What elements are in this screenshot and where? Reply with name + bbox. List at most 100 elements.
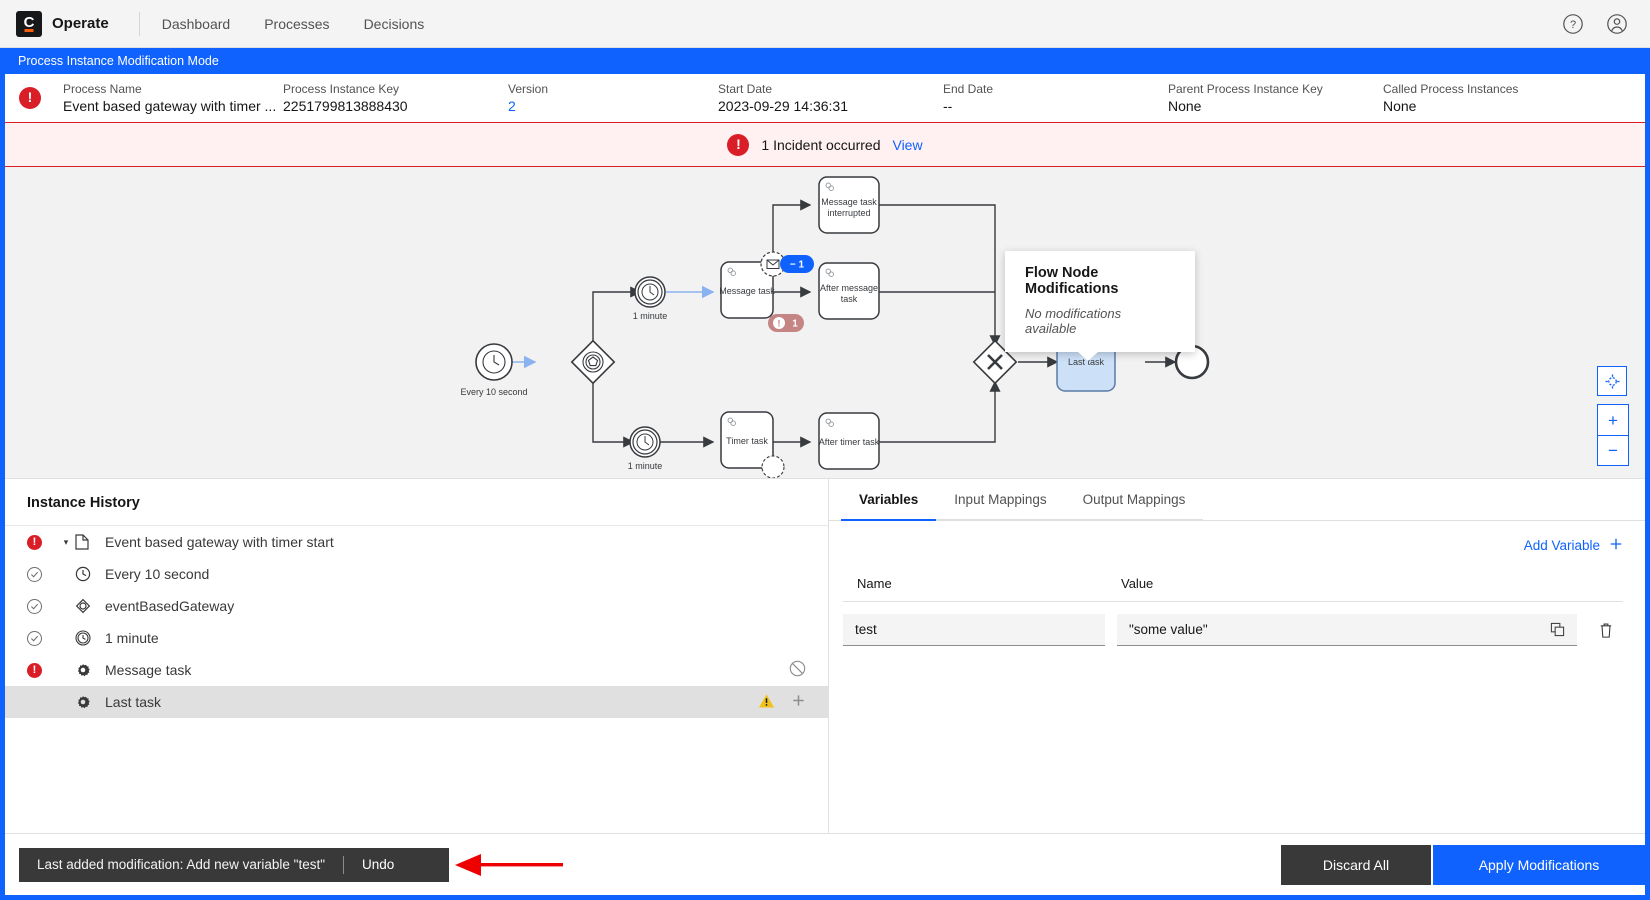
nav-links: Dashboard Processes Decisions <box>162 16 425 32</box>
meta-end-date: End Date -- <box>943 82 1168 114</box>
top-navigation-bar: C Operate Dashboard Processes Decisions … <box>0 0 1650 48</box>
expand-caret-icon[interactable]: ▾ <box>57 537 75 548</box>
last-modification-toast: Last added modification: Add new variabl… <box>19 848 449 882</box>
zoom-out-button[interactable]: − <box>1598 435 1628 465</box>
bpmn-label-start: Every 10 second <box>460 387 527 397</box>
bpmn-label-after-timer-task: After timer task <box>819 437 880 447</box>
meta-version-link[interactable]: 2 <box>508 98 718 114</box>
history-row-actions <box>758 693 806 712</box>
cancel-icon[interactable] <box>789 660 806 680</box>
meta-label: Called Process Instances <box>1383 82 1583 96</box>
history-row-label: eventBasedGateway <box>105 598 234 614</box>
nav-item-decisions[interactable]: Decisions <box>364 16 425 32</box>
meta-label: Process Instance Key <box>283 82 508 96</box>
undo-button[interactable]: Undo <box>362 857 394 872</box>
svg-text:1: 1 <box>792 319 798 330</box>
top-nav-actions: ? <box>1562 13 1634 35</box>
variables-panel: Variables Input Mappings Output Mappings… <box>829 479 1645 864</box>
status-completed-icon <box>27 631 57 646</box>
diagram-zoom-controls: + − <box>1597 366 1629 466</box>
svg-text:?: ? <box>1570 19 1576 31</box>
history-row-every-10-second[interactable]: Every 10 second <box>5 558 828 590</box>
meta-value: 2251799813888430 <box>283 98 508 114</box>
column-header-name: Name <box>843 576 1105 591</box>
tab-variables[interactable]: Variables <box>841 479 936 521</box>
variable-value-input[interactable]: "some value" <box>1117 614 1577 646</box>
trash-icon[interactable] <box>1589 622 1623 639</box>
variable-value-text: "some value" <box>1129 622 1208 637</box>
tooltip-title: Flow Node Modifications <box>1025 265 1175 297</box>
tab-input-mappings[interactable]: Input Mappings <box>936 479 1064 521</box>
user-avatar-icon[interactable] <box>1606 13 1628 35</box>
meta-version: Version 2 <box>508 82 718 114</box>
svg-text:!: ! <box>778 318 781 328</box>
meta-label: Start Date <box>718 82 943 96</box>
bpmn-diagram-canvas[interactable]: Every 10 second 1 minute <box>5 167 1645 479</box>
instance-history-panel: Instance History ! ▾ Event based gateway… <box>5 479 829 864</box>
toast-text: Last added modification: Add new variabl… <box>37 857 325 872</box>
bpmn-badge-message-task-minus-1: − 1 <box>780 255 814 273</box>
meta-value: None <box>1168 98 1383 114</box>
brand[interactable]: C Operate <box>16 11 109 37</box>
incident-view-link[interactable]: View <box>892 137 922 153</box>
process-file-icon <box>75 534 105 550</box>
status-incident-icon: ! <box>27 535 57 550</box>
history-row-1-minute[interactable]: 1 minute <box>5 622 828 654</box>
zoom-in-button[interactable]: + <box>1598 405 1628 435</box>
nav-divider <box>139 12 140 36</box>
discard-all-button[interactable]: Discard All <box>1281 845 1431 885</box>
status-completed-icon <box>27 599 57 614</box>
timer-icon <box>75 566 105 582</box>
reset-zoom-button[interactable] <box>1597 366 1627 396</box>
incident-error-icon: ! <box>19 87 41 109</box>
nav-item-processes[interactable]: Processes <box>264 16 329 32</box>
camunda-logo-icon: C <box>16 11 42 37</box>
history-row-process[interactable]: ! ▾ Event based gateway with timer start <box>5 526 828 558</box>
meta-label: Process Name <box>63 82 283 96</box>
meta-label: End Date <box>943 82 1168 96</box>
bpmn-label-mti-1: Message task <box>821 197 877 207</box>
modification-footer: Last added modification: Add new variabl… <box>5 833 1645 895</box>
bpmn-node-timer-start-event <box>476 344 512 380</box>
gateway-icon <box>75 598 105 614</box>
zoom-group: + − <box>1597 404 1629 466</box>
variable-name-input[interactable]: test <box>843 614 1105 646</box>
history-row-actions <box>789 660 806 680</box>
bpmn-label-amt-2: task <box>841 294 858 304</box>
bpmn-label-amt-1: After message <box>820 283 878 293</box>
bpmn-node-message-task-interrupted: Message task interrupted <box>819 177 879 233</box>
incident-banner: ! 1 Incident occurred View <box>5 122 1645 167</box>
bpmn-badge-message-task-incident: ! 1 <box>768 314 804 332</box>
bpmn-node-event-based-gateway <box>572 341 614 383</box>
variables-tabs: Variables Input Mappings Output Mappings <box>829 479 1645 521</box>
history-row-event-based-gateway[interactable]: eventBasedGateway <box>5 590 828 622</box>
apply-modifications-button[interactable]: Apply Modifications <box>1433 845 1645 885</box>
meta-called-process-instances: Called Process Instances None <box>1383 82 1583 114</box>
add-icon[interactable] <box>791 693 806 711</box>
copy-icon[interactable] <box>1550 622 1565 637</box>
modification-mode-banner: Process Instance Modification Mode <box>0 48 1650 74</box>
plus-icon <box>1609 537 1623 554</box>
app-title: Operate <box>52 15 109 32</box>
timer-circle-icon <box>75 630 105 646</box>
flow-node-modifications-tooltip: Flow Node Modifications No modifications… <box>1005 251 1195 352</box>
meta-value: Event based gateway with timer ... <box>63 98 283 114</box>
history-row-message-task[interactable]: ! Message task <box>5 654 828 686</box>
toast-divider <box>343 856 344 874</box>
logo-letter: C <box>24 15 35 30</box>
add-variable-button[interactable]: Add Variable <box>829 521 1645 554</box>
nav-item-dashboard[interactable]: Dashboard <box>162 16 231 32</box>
bpmn-node-intermediate-timer-1 <box>635 277 665 307</box>
help-icon[interactable]: ? <box>1562 13 1584 35</box>
meta-process-instance-key: Process Instance Key 2251799813888430 <box>283 82 508 114</box>
bpmn-diagram-svg: Every 10 second 1 minute <box>5 167 1645 479</box>
history-row-last-task[interactable]: Last task <box>5 686 828 718</box>
service-task-icon <box>75 662 105 678</box>
svg-text:− 1: − 1 <box>790 260 805 271</box>
bpmn-label-mti-2: interrupted <box>827 208 870 218</box>
variables-table: Name Value test "some value" <box>829 554 1645 646</box>
history-row-label: Last task <box>105 694 161 710</box>
tab-output-mappings[interactable]: Output Mappings <box>1065 479 1204 521</box>
meta-label: Version <box>508 82 718 96</box>
warning-icon[interactable] <box>758 693 775 712</box>
